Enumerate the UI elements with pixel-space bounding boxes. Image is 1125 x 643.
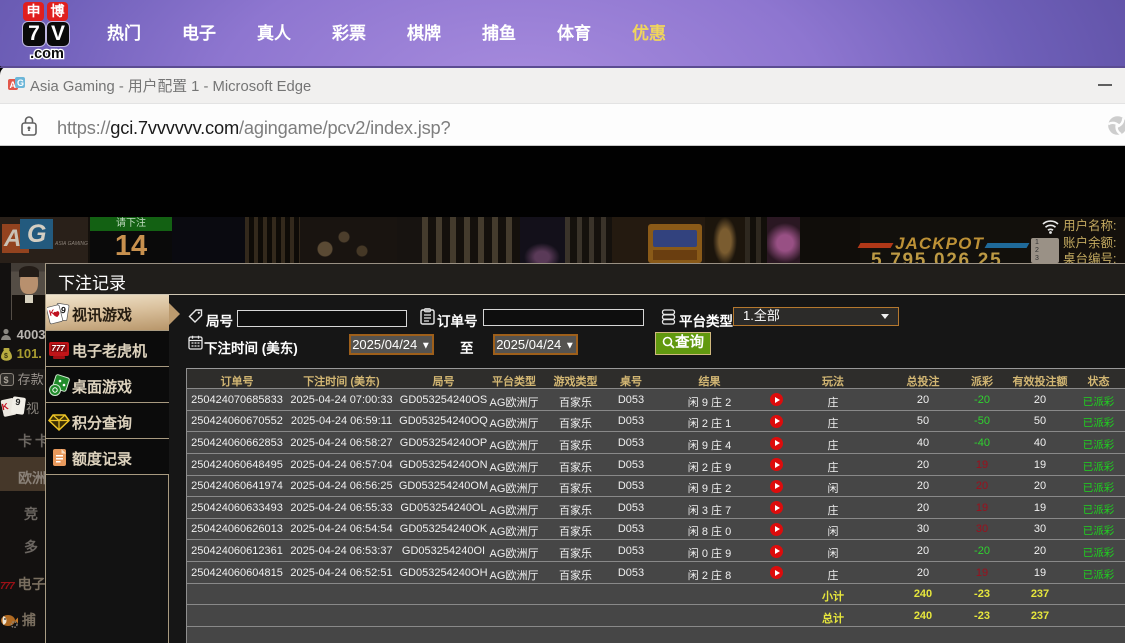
svg-text:A: A <box>10 80 17 90</box>
svg-text:G: G <box>17 78 24 88</box>
svg-text:777: 777 <box>52 344 66 353</box>
svg-text:$: $ <box>4 353 8 360</box>
svg-text:$: $ <box>4 375 9 385</box>
svg-text:.com: .com <box>30 46 64 62</box>
